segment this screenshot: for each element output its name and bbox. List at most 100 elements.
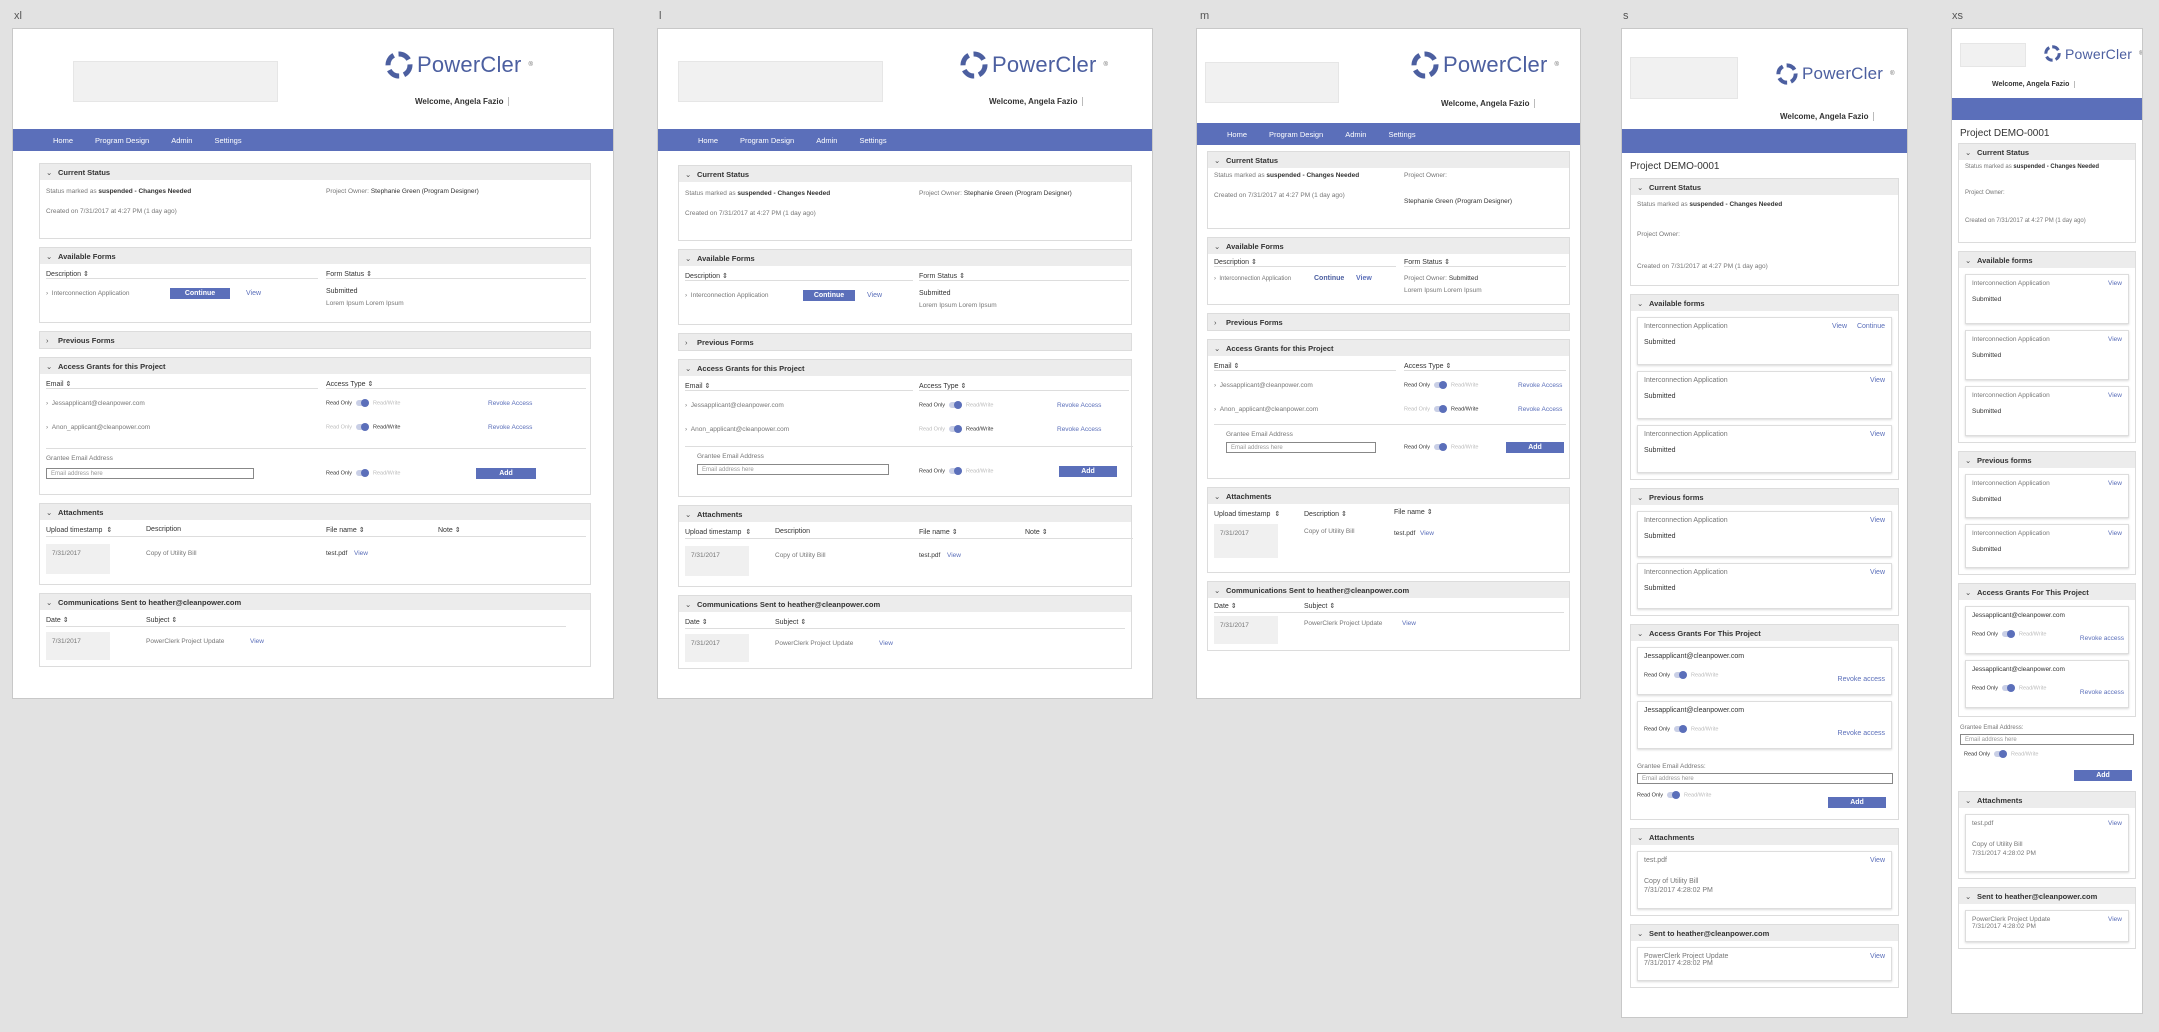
- col-desc[interactable]: Description ⇕: [1304, 510, 1347, 518]
- col-desc[interactable]: Description: [775, 528, 810, 535]
- nav-admin[interactable]: Admin: [1345, 130, 1366, 139]
- attachment-view-link[interactable]: View: [1420, 530, 1434, 537]
- col-access-type[interactable]: Access Type ⇕: [326, 380, 586, 389]
- access-toggle-2[interactable]: Read Only Read/Write: [326, 423, 400, 431]
- col-email[interactable]: Email ⇕: [685, 382, 913, 391]
- nav-home[interactable]: Home: [698, 136, 718, 145]
- grantee-email-input[interactable]: Email address here: [1226, 442, 1376, 453]
- attachments-header[interactable]: ⌄ Attachments: [679, 506, 1131, 522]
- nav-admin[interactable]: Admin: [816, 136, 837, 145]
- col-upload[interactable]: Upload timestamp ⇕: [1214, 510, 1280, 518]
- access-toggle-1[interactable]: Read Only Read/Write: [326, 399, 400, 407]
- col-description[interactable]: Description ⇕: [46, 270, 318, 279]
- previous-forms-header[interactable]: ⌄ Previous forms: [1959, 452, 2135, 468]
- brand-logo[interactable]: PowerCler ®: [1411, 51, 1559, 79]
- revoke-access-link[interactable]: Revoke access: [1838, 730, 1885, 737]
- previous-forms-header[interactable]: › Previous Forms: [679, 334, 1131, 350]
- comm-view-link[interactable]: View: [250, 638, 264, 645]
- revoke-access-link[interactable]: Revoke access: [1838, 676, 1885, 683]
- access-toggle-2[interactable]: Read Only Read/Write: [1404, 405, 1478, 413]
- nav-program-design[interactable]: Program Design: [1269, 130, 1323, 139]
- comm-view-link[interactable]: View: [879, 640, 893, 647]
- communications-header[interactable]: ⌄ Communications Sent to heather@cleanpow…: [679, 596, 1131, 612]
- view-link[interactable]: View: [1356, 275, 1372, 282]
- view-link[interactable]: View: [2108, 280, 2122, 287]
- continue-button[interactable]: Continue: [1314, 275, 1344, 282]
- nav-settings[interactable]: Settings: [214, 136, 241, 145]
- communications-header[interactable]: ⌄ Communications Sent to heather@cleanpow…: [1208, 582, 1569, 598]
- col-form-status[interactable]: Form Status ⇕: [326, 270, 586, 279]
- grantee-email-input[interactable]: Email address here: [1960, 734, 2134, 745]
- col-form-status[interactable]: Form Status ⇕: [919, 272, 1129, 281]
- col-note[interactable]: Note ⇕: [1025, 528, 1048, 536]
- nav-program-design[interactable]: Program Design: [95, 136, 149, 145]
- access-toggle-1[interactable]: Read Only Read/Write: [1404, 381, 1478, 389]
- grant-email-2[interactable]: › Anon_applicant@cleanpower.com: [46, 424, 150, 431]
- col-subject[interactable]: Subject ⇕: [146, 616, 177, 624]
- continue-button[interactable]: Continue: [803, 290, 855, 301]
- col-email[interactable]: Email ⇕: [1214, 362, 1396, 371]
- col-date[interactable]: Date ⇕: [1214, 602, 1237, 610]
- brand-logo[interactable]: PowerCler ®: [385, 51, 533, 79]
- comm-card[interactable]: PowerClerk Project Update View 7/31/2017 4…: [1637, 947, 1892, 981]
- available-forms-header[interactable]: ⌄ Available Forms: [40, 248, 590, 264]
- form-card[interactable]: Interconnection Application View Submitted: [1965, 274, 2129, 324]
- col-date[interactable]: Date ⇕: [685, 618, 708, 626]
- view-link[interactable]: View: [246, 290, 261, 297]
- access-grants-header[interactable]: ⌄ Access Grants for this Project: [679, 360, 1131, 376]
- available-forms-header[interactable]: ⌄ Available Forms: [1208, 238, 1569, 254]
- revoke-access-link[interactable]: Revoke Access: [488, 400, 532, 407]
- current-status-header[interactable]: ⌄ Current Status: [1959, 144, 2135, 160]
- add-button[interactable]: Add: [1059, 466, 1117, 477]
- col-file[interactable]: File name ⇕: [326, 526, 365, 534]
- revoke-access-link[interactable]: Revoke Access: [1518, 382, 1562, 389]
- access-grants-header[interactable]: ⌄ Access Grants For This Project: [1959, 584, 2135, 600]
- col-email[interactable]: Email ⇕: [46, 380, 318, 389]
- view-link[interactable]: View: [1870, 431, 1885, 438]
- view-link[interactable]: View: [1870, 569, 1885, 576]
- access-grants-header[interactable]: ⌄ Access Grants For This Project: [1631, 625, 1898, 641]
- grantee-email-input[interactable]: Email address here: [1637, 773, 1893, 784]
- form-card[interactable]: Interconnection Application View Submitted: [1965, 330, 2129, 380]
- grant-email-2[interactable]: › Anon_applicant@cleanpower.com: [1214, 406, 1318, 413]
- communications-header[interactable]: ⌄ Sent to heather@cleanpower.com: [1631, 925, 1898, 941]
- revoke-access-link[interactable]: Revoke Access: [1518, 406, 1562, 413]
- attachments-header[interactable]: ⌄ Attachments: [40, 504, 590, 520]
- brand-logo[interactable]: PowerCler ®: [960, 51, 1108, 79]
- nav-admin[interactable]: Admin: [171, 136, 192, 145]
- nav-home[interactable]: Home: [1227, 130, 1247, 139]
- view-link[interactable]: View: [1870, 377, 1885, 384]
- grant-email-1[interactable]: › Jessapplicant@cleanpower.com: [685, 402, 784, 409]
- current-status-header[interactable]: ⌄ Current Status: [1208, 152, 1569, 168]
- grantee-email-input[interactable]: Email address here: [697, 464, 889, 475]
- col-access-type[interactable]: Access Type ⇕: [1404, 362, 1566, 371]
- view-link[interactable]: View: [2108, 336, 2122, 343]
- nav-settings[interactable]: Settings: [859, 136, 886, 145]
- attachments-header[interactable]: ⌄ Attachments: [1959, 792, 2135, 808]
- attachment-view-link[interactable]: View: [947, 552, 961, 559]
- access-grants-header[interactable]: ⌄ Access Grants for this Project: [40, 358, 590, 374]
- attachment-view-link[interactable]: View: [354, 550, 368, 557]
- col-desc[interactable]: Description: [146, 526, 181, 533]
- col-date[interactable]: Date ⇕: [46, 616, 69, 624]
- form-row[interactable]: › Interconnection Application: [685, 292, 769, 299]
- form-card[interactable]: Interconnection Application View Submitted: [1965, 386, 2129, 436]
- attachments-header[interactable]: ⌄ Attachments: [1631, 829, 1898, 845]
- form-card[interactable]: Interconnection Application View Submitted: [1965, 474, 2129, 518]
- revoke-access-link[interactable]: Revoke Access: [1057, 426, 1101, 433]
- grant-card[interactable]: Jessapplicant@cleanpower.com Read Only Rea…: [1637, 701, 1892, 749]
- view-link[interactable]: View: [1870, 517, 1885, 524]
- form-card[interactable]: Interconnection Application View Continue S…: [1637, 317, 1892, 365]
- form-card[interactable]: Interconnection Application View Submitted: [1637, 563, 1892, 609]
- revoke-access-link[interactable]: Revoke Access: [488, 424, 532, 431]
- col-upload[interactable]: Upload timestamp ⇕: [46, 526, 112, 534]
- comm-view-link[interactable]: View: [1870, 953, 1885, 960]
- revoke-access-link[interactable]: Revoke access: [2080, 635, 2124, 642]
- continue-button[interactable]: Continue: [170, 288, 230, 299]
- col-subject[interactable]: Subject ⇕: [775, 618, 806, 626]
- attachments-header[interactable]: ⌄ Attachments: [1208, 488, 1569, 504]
- communications-header[interactable]: ⌄ Sent to heather@cleanpower.com: [1959, 888, 2135, 904]
- access-toggle-new[interactable]: Read Only Read/Write: [1404, 443, 1478, 451]
- comm-view-link[interactable]: View: [2108, 916, 2122, 923]
- access-toggle-new[interactable]: Read Only Read/Write: [326, 469, 400, 477]
